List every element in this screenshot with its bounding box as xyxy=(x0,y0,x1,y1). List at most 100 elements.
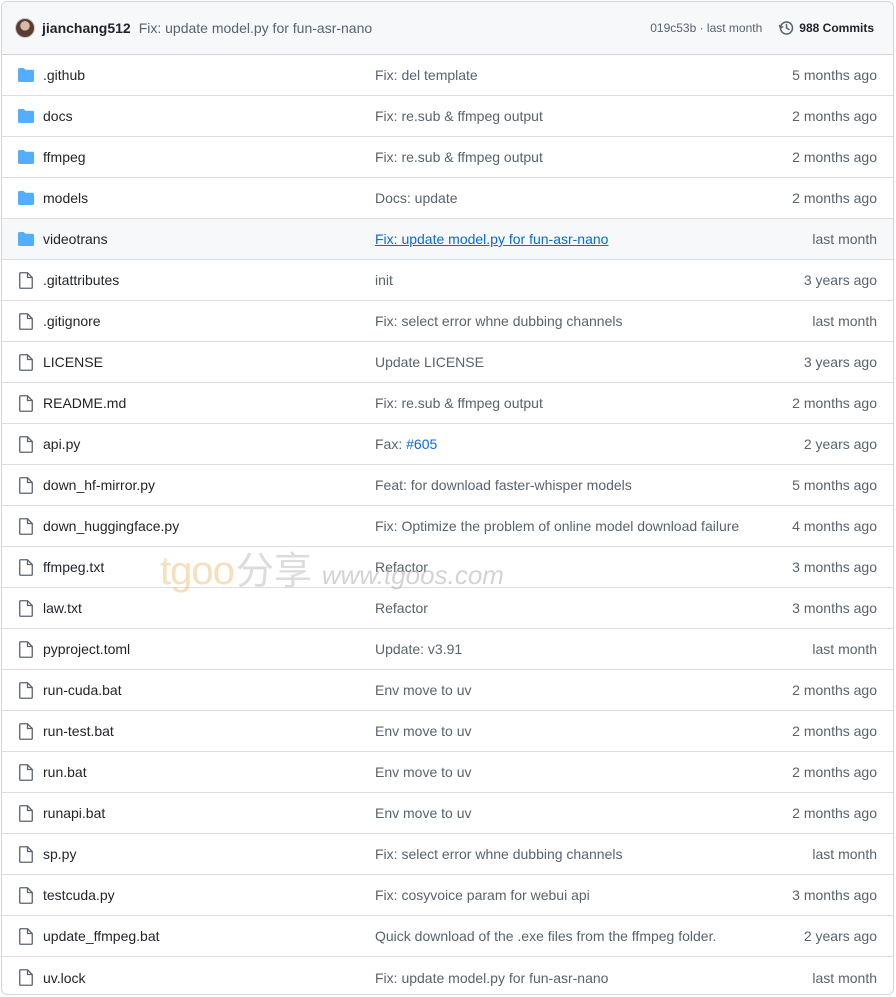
commit-message-text: Fax: xyxy=(375,436,407,452)
commits-count: 988 Commits xyxy=(799,21,874,35)
file-row[interactable]: api.py Fax: #605 2 years ago xyxy=(2,424,893,465)
file-row[interactable]: run-test.bat Env move to uv 2 months ago xyxy=(2,711,893,752)
file-name-link[interactable]: run-cuda.bat xyxy=(43,682,122,698)
commit-message-link[interactable]: Fix: update model.py for fun-asr-nano xyxy=(375,970,608,986)
commit-message-link[interactable]: Fix: select error whne dubbing channels xyxy=(375,313,622,329)
file-name-link[interactable]: down_huggingface.py xyxy=(43,518,179,534)
commit-time: last month xyxy=(812,313,877,329)
commit-sha-time[interactable]: 019c53b · last month xyxy=(650,21,762,35)
file-icon xyxy=(17,599,35,617)
commit-message-link[interactable]: Fix: select error whne dubbing channels xyxy=(375,846,622,862)
file-row[interactable]: testcuda.py Fix: cosyvoice param for webu… xyxy=(2,875,893,916)
file-name-link[interactable]: ffmpeg.txt xyxy=(43,559,104,575)
file-row[interactable]: runapi.bat Env move to uv 2 months ago xyxy=(2,793,893,834)
commit-message-link[interactable]: Fix: re.sub & ffmpeg output xyxy=(375,149,543,165)
commit-message-link[interactable]: Env move to uv xyxy=(375,805,472,821)
commit-message-link[interactable]: init xyxy=(375,272,393,288)
commit-time: 2 months ago xyxy=(792,723,877,739)
file-row[interactable]: .github Fix: del template 5 months ago xyxy=(2,55,893,96)
file-name-link[interactable]: videotrans xyxy=(43,231,108,247)
commit-message-link[interactable]: Update: v3.91 xyxy=(375,641,462,657)
commit-time: 2 months ago xyxy=(792,805,877,821)
commit-time: 3 years ago xyxy=(803,272,877,288)
file-row[interactable]: sp.py Fix: select error whne dubbing chan… xyxy=(2,834,893,875)
commit-time: 2 months ago xyxy=(792,764,877,780)
file-name-link[interactable]: pyproject.toml xyxy=(43,641,130,657)
commit-time: last month xyxy=(812,231,877,247)
file-name-link[interactable]: README.md xyxy=(43,395,126,411)
commit-message-link[interactable]: Fax: #605 xyxy=(375,436,437,452)
file-name-link[interactable]: down_hf-mirror.py xyxy=(43,477,155,493)
file-row[interactable]: pyproject.toml Update: v3.91 last month xyxy=(2,629,893,670)
file-name-link[interactable]: uv.lock xyxy=(43,970,86,986)
commit-time: 3 months ago xyxy=(792,559,877,575)
commit-message-link[interactable]: Update LICENSE xyxy=(375,354,484,370)
commit-message-text: Fix: select error whne dubbing channels xyxy=(375,313,623,329)
commit-time: last month xyxy=(812,846,877,862)
file-row[interactable]: models Docs: update 2 months ago xyxy=(2,178,893,219)
file-row[interactable]: update_ffmpeg.bat Quick download of the .… xyxy=(2,916,893,957)
file-row[interactable]: videotrans Fix: update model.py for fun-a… xyxy=(2,219,893,260)
file-row[interactable]: README.md Fix: re.sub & ffmpeg output 2 mo… xyxy=(2,383,893,424)
file-row[interactable]: run.bat Env move to uv 2 months ago xyxy=(2,752,893,793)
file-icon xyxy=(17,763,35,781)
file-name-link[interactable]: runapi.bat xyxy=(43,805,105,821)
file-row[interactable]: law.txt Refactor 3 months ago xyxy=(2,588,893,629)
commit-message-link[interactable]: Env move to uv xyxy=(375,723,472,739)
file-name-link[interactable]: LICENSE xyxy=(43,354,103,370)
file-row[interactable]: uv.lock Fix: update model.py for fun-asr-… xyxy=(2,957,893,994)
file-icon xyxy=(17,845,35,863)
commit-message-text: Env move to uv xyxy=(375,723,472,739)
file-name-link[interactable]: update_ffmpeg.bat xyxy=(43,928,160,944)
commit-message-link[interactable]: Quick download of the .exe files from th… xyxy=(375,928,716,944)
avatar[interactable] xyxy=(15,18,35,38)
commit-message-link[interactable]: Fix: del template xyxy=(375,67,478,83)
commit-message-link[interactable]: Fix: re.sub & ffmpeg output xyxy=(375,108,543,124)
commit-message-link[interactable]: Fix: re.sub & ffmpeg output xyxy=(375,395,543,411)
latest-commit-message[interactable]: Fix: update model.py for fun-asr-nano xyxy=(139,20,372,36)
file-name-link[interactable]: run.bat xyxy=(43,764,87,780)
commit-time: 2 months ago xyxy=(792,108,877,124)
commit-message-link[interactable]: Docs: update xyxy=(375,190,458,206)
commit-message-link[interactable]: Fix: cosyvoice param for webui api xyxy=(375,887,590,903)
file-name-link[interactable]: ffmpeg xyxy=(43,149,86,165)
file-icon xyxy=(17,435,35,453)
file-list: .github Fix: del template 5 months ago docs… xyxy=(2,55,893,994)
file-row[interactable]: run-cuda.bat Env move to uv 2 months ago xyxy=(2,670,893,711)
commit-message-text: Env move to uv xyxy=(375,682,472,698)
file-name-link[interactable]: .github xyxy=(43,67,85,83)
file-row[interactable]: ffmpeg.txt Refactor 3 months ago xyxy=(2,547,893,588)
file-name-link[interactable]: .gitignore xyxy=(43,313,101,329)
commit-message-link[interactable]: Env move to uv xyxy=(375,682,472,698)
commit-message-link[interactable]: Refactor xyxy=(375,559,428,575)
commit-message-link[interactable]: Env move to uv xyxy=(375,764,472,780)
issue-link[interactable]: #605 xyxy=(406,436,437,452)
file-name-link[interactable]: run-test.bat xyxy=(43,723,114,739)
file-icon xyxy=(17,394,35,412)
file-row[interactable]: .gitattributes init 3 years ago xyxy=(2,260,893,301)
history-icon xyxy=(779,21,794,35)
commit-author[interactable]: jianchang512 xyxy=(42,20,131,36)
file-name-link[interactable]: sp.py xyxy=(43,846,76,862)
commit-message-text: Update LICENSE xyxy=(375,354,484,370)
commit-message-link[interactable]: Refactor xyxy=(375,600,428,616)
commit-message-link[interactable]: Fix: Optimize the problem of online mode… xyxy=(375,518,739,534)
file-row[interactable]: docs Fix: re.sub & ffmpeg output 2 months … xyxy=(2,96,893,137)
commit-message-text: Refactor xyxy=(375,559,428,575)
file-name-link[interactable]: law.txt xyxy=(43,600,82,616)
file-row[interactable]: down_huggingface.py Fix: Optimize the pro… xyxy=(2,506,893,547)
file-row[interactable]: .gitignore Fix: select error whne dubbing… xyxy=(2,301,893,342)
commit-message-text: Env move to uv xyxy=(375,764,472,780)
commit-message-link[interactable]: Feat: for download faster-whisper models xyxy=(375,477,632,493)
file-row[interactable]: LICENSE Update LICENSE 3 years ago xyxy=(2,342,893,383)
file-name-link[interactable]: docs xyxy=(43,108,73,124)
file-name-link[interactable]: .gitattributes xyxy=(43,272,119,288)
file-name-link[interactable]: api.py xyxy=(43,436,80,452)
file-name-link[interactable]: models xyxy=(43,190,88,206)
commits-link[interactable]: 988 Commits xyxy=(778,20,874,36)
commit-message-link[interactable]: Fix: update model.py for fun-asr-nano xyxy=(375,231,608,247)
file-name-link[interactable]: testcuda.py xyxy=(43,887,115,903)
commit-time: 2 months ago xyxy=(792,682,877,698)
file-row[interactable]: ffmpeg Fix: re.sub & ffmpeg output 2 month… xyxy=(2,137,893,178)
file-row[interactable]: down_hf-mirror.py Feat: for download fast… xyxy=(2,465,893,506)
